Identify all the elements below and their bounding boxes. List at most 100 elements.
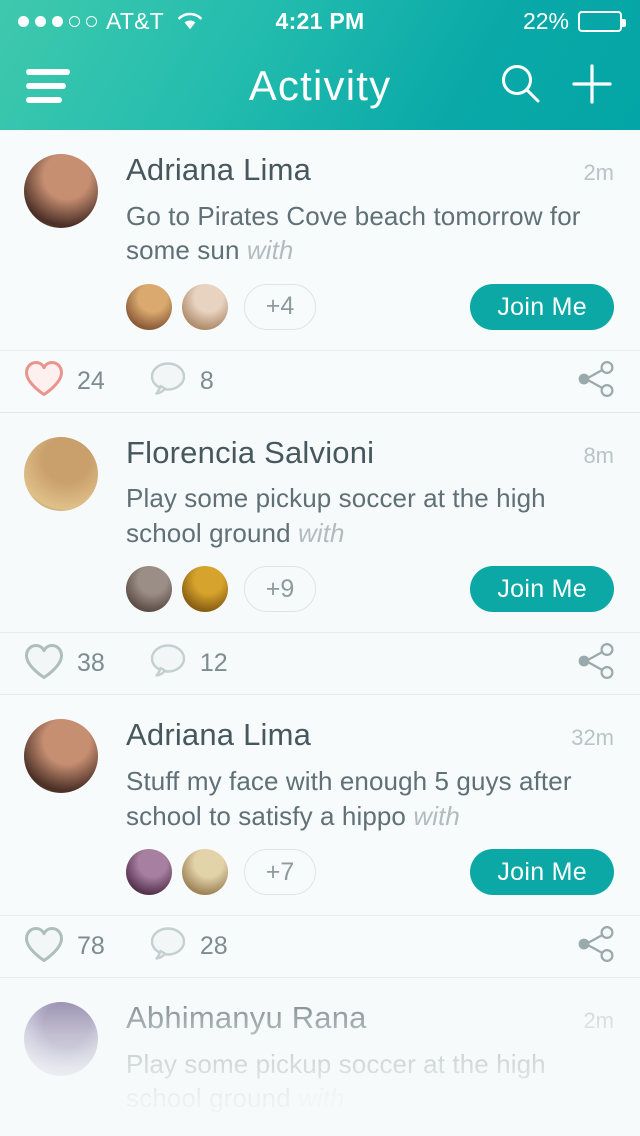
timestamp: 2m bbox=[583, 160, 614, 185]
share-action[interactable] bbox=[576, 360, 616, 403]
participant-avatar[interactable] bbox=[182, 566, 228, 613]
like-count: 24 bbox=[77, 366, 105, 395]
more-participants-badge[interactable]: +4 bbox=[244, 1131, 316, 1136]
comment-action[interactable]: 28 bbox=[149, 926, 228, 967]
activity-text: Stuff my face with enough 5 guys after s… bbox=[126, 765, 572, 831]
heart-icon bbox=[24, 926, 64, 968]
card-content: Abhimanyu Rana 2m Play some pickup soccer … bbox=[0, 978, 640, 1136]
status-bar: AT&T 4:21 PM 22% bbox=[0, 0, 640, 42]
timestamp: 2m bbox=[583, 1008, 614, 1034]
comment-count: 12 bbox=[199, 649, 228, 678]
hamburger-menu-icon[interactable] bbox=[26, 69, 70, 103]
app-header: AT&T 4:21 PM 22% Activity bbox=[0, 0, 640, 130]
app-root: AT&T 4:21 PM 22% Activity Adriana Lima 2… bbox=[0, 0, 640, 1136]
card-header-row: Adriana Lima 2m bbox=[126, 153, 614, 187]
comment-bubble-icon bbox=[149, 926, 187, 967]
participant-avatar[interactable] bbox=[126, 849, 172, 896]
user-name[interactable]: Adriana Lima bbox=[126, 719, 311, 752]
card-actions-bar: 38 12 bbox=[0, 632, 640, 694]
activity-description: Go to Pirates Cove beach tomorrow for so… bbox=[126, 199, 614, 268]
card-content: Florencia Salvioni 8m Play some pickup soc… bbox=[0, 413, 640, 613]
avatar[interactable] bbox=[24, 154, 98, 228]
comment-count: 28 bbox=[199, 932, 228, 961]
heart-icon bbox=[24, 643, 64, 685]
avatar[interactable] bbox=[24, 1002, 98, 1077]
activity-feed[interactable]: Adriana Lima 2m Go to Pirates Cove beach t… bbox=[0, 130, 640, 1136]
timestamp: 32m bbox=[571, 725, 614, 751]
like-action[interactable]: 78 bbox=[24, 926, 105, 968]
card-actions-bar: 78 28 bbox=[0, 915, 640, 977]
activity-card[interactable]: Adriana Lima 2m Go to Pirates Cove beach t… bbox=[0, 130, 640, 413]
activity-card[interactable]: Abhimanyu Rana 2m Play some pickup soccer … bbox=[0, 978, 640, 1136]
join-me-button[interactable]: Join Me bbox=[470, 566, 614, 613]
participants-row: +7 Join Me bbox=[126, 849, 614, 896]
comment-bubble-icon bbox=[149, 643, 187, 684]
user-name[interactable]: Adriana Lima bbox=[126, 153, 311, 187]
status-right: 22% bbox=[522, 7, 626, 35]
plus-icon[interactable] bbox=[570, 62, 614, 111]
with-label: with bbox=[413, 800, 460, 831]
card-text-block: Adriana Lima 32m Stuff my face with enough… bbox=[98, 719, 616, 896]
heart-icon bbox=[24, 360, 64, 402]
battery-icon bbox=[578, 10, 626, 32]
avatar[interactable] bbox=[24, 436, 98, 511]
comment-action[interactable]: 12 bbox=[149, 643, 228, 684]
participant-avatar[interactable] bbox=[182, 283, 228, 330]
signal-strength-icon bbox=[18, 15, 97, 27]
nav-bar: Activity bbox=[0, 42, 640, 130]
user-name[interactable]: Abhimanyu Rana bbox=[126, 1002, 367, 1035]
participants-row: +4 Join Me bbox=[126, 1131, 614, 1136]
activity-card[interactable]: Adriana Lima 32m Stuff my face with enough… bbox=[0, 695, 640, 979]
share-action[interactable] bbox=[576, 642, 616, 685]
avatar[interactable] bbox=[24, 719, 98, 794]
wifi-icon bbox=[177, 11, 203, 31]
with-label: with bbox=[246, 235, 294, 266]
join-me-button[interactable]: Join Me bbox=[470, 849, 614, 896]
share-icon bbox=[576, 925, 616, 968]
participant-avatar[interactable] bbox=[126, 1131, 172, 1136]
status-left: AT&T bbox=[18, 8, 203, 35]
card-text-block: Abhimanyu Rana 2m Play some pickup soccer … bbox=[98, 1002, 616, 1136]
battery-percent-label: 22% bbox=[522, 7, 569, 34]
participant-avatar[interactable] bbox=[126, 566, 172, 613]
card-header-row: Adriana Lima 32m bbox=[126, 719, 614, 752]
user-name[interactable]: Florencia Salvioni bbox=[126, 436, 374, 470]
activity-card[interactable]: Florencia Salvioni 8m Play some pickup soc… bbox=[0, 412, 640, 696]
join-me-button[interactable]: Join Me bbox=[470, 283, 614, 330]
more-participants-badge[interactable]: +9 bbox=[244, 566, 316, 613]
card-header-row: Abhimanyu Rana 2m bbox=[126, 1002, 614, 1035]
card-text-block: Florencia Salvioni 8m Play some pickup soc… bbox=[98, 436, 616, 613]
participant-avatar[interactable] bbox=[126, 283, 172, 330]
comment-bubble-icon bbox=[149, 361, 187, 402]
card-text-block: Adriana Lima 2m Go to Pirates Cove beach t… bbox=[98, 153, 616, 330]
join-me-button[interactable]: Join Me bbox=[470, 1131, 614, 1136]
like-action[interactable]: 38 bbox=[24, 643, 105, 685]
participant-avatar[interactable] bbox=[182, 849, 228, 896]
carrier-label: AT&T bbox=[106, 7, 164, 34]
nav-actions bbox=[498, 61, 614, 112]
more-participants-badge[interactable]: +4 bbox=[244, 283, 316, 330]
activity-text: Go to Pirates Cove beach tomorrow for so… bbox=[126, 200, 581, 266]
participants-row: +4 Join Me bbox=[126, 283, 614, 330]
activity-description: Play some pickup soccer at the high scho… bbox=[126, 481, 614, 550]
like-action[interactable]: 24 bbox=[24, 360, 105, 402]
more-participants-badge[interactable]: +7 bbox=[244, 849, 316, 896]
card-content: Adriana Lima 32m Stuff my face with enough… bbox=[0, 695, 640, 896]
like-count: 78 bbox=[77, 932, 105, 961]
activity-description: Play some pickup soccer at the high scho… bbox=[126, 1047, 614, 1116]
share-action[interactable] bbox=[576, 925, 616, 968]
card-header-row: Florencia Salvioni 8m bbox=[126, 436, 614, 470]
activity-description: Stuff my face with enough 5 guys after s… bbox=[126, 764, 614, 833]
participant-avatar[interactable] bbox=[182, 1131, 228, 1136]
share-icon bbox=[576, 360, 616, 403]
search-icon[interactable] bbox=[498, 61, 544, 112]
comment-count: 8 bbox=[199, 366, 214, 395]
participants-row: +9 Join Me bbox=[126, 566, 614, 613]
with-label: with bbox=[297, 517, 345, 548]
comment-action[interactable]: 8 bbox=[149, 361, 214, 402]
timestamp: 8m bbox=[583, 442, 614, 468]
card-actions-bar: 24 8 bbox=[0, 349, 640, 412]
like-count: 38 bbox=[77, 649, 105, 678]
share-icon bbox=[576, 642, 616, 685]
card-content: Adriana Lima 2m Go to Pirates Cove beach t… bbox=[0, 130, 640, 330]
